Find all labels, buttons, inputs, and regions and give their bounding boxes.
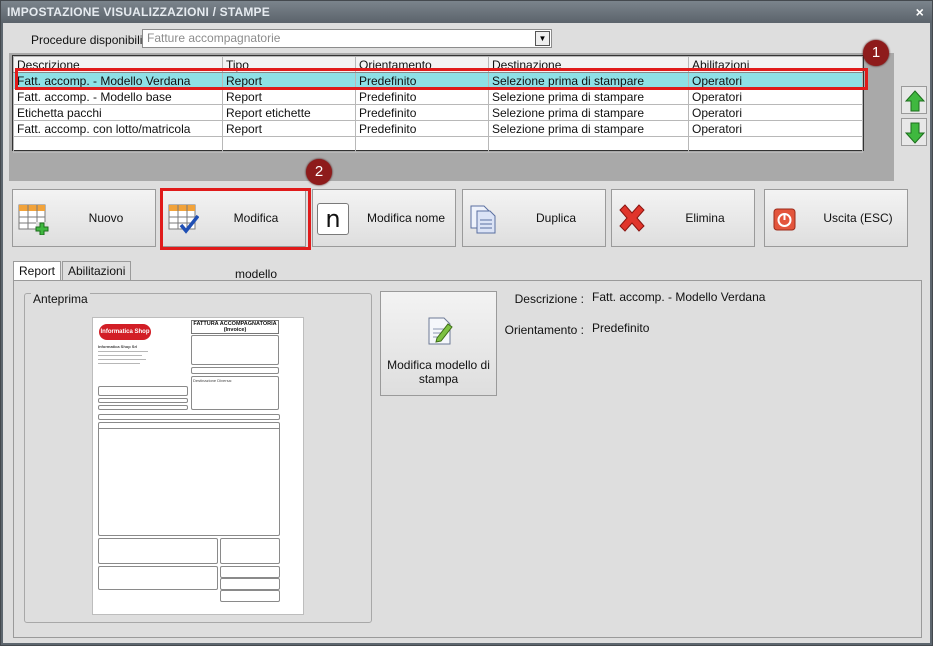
company-logo: Informatica Shop bbox=[99, 324, 151, 340]
table-cell: Operatori bbox=[688, 120, 863, 137]
preview-title: Anteprima bbox=[31, 292, 90, 306]
preview-box bbox=[98, 405, 188, 410]
callout-badge-2: 2 bbox=[306, 159, 332, 185]
procedures-select[interactable]: Fatture accompagnatorie ▼ bbox=[142, 29, 552, 48]
modifica-modello-stampa-button[interactable]: Modifica modello di stampa bbox=[380, 291, 497, 396]
preview-box bbox=[98, 386, 188, 396]
descrizione-label: Descrizione : bbox=[514, 292, 584, 306]
preview-box bbox=[98, 566, 218, 590]
uscita-button[interactable]: Uscita (ESC) bbox=[764, 189, 908, 247]
preview-line bbox=[98, 355, 142, 356]
edit-document-icon bbox=[428, 317, 453, 345]
table-cell: Operatori bbox=[688, 88, 863, 105]
preview-line bbox=[98, 359, 146, 360]
close-icon[interactable]: × bbox=[916, 1, 924, 23]
preview-line bbox=[98, 351, 148, 352]
procedures-label: Procedure disponibili : bbox=[31, 33, 150, 47]
modifica-modello-stampa-label: Modifica modello di stampa bbox=[387, 358, 490, 386]
preview-line bbox=[98, 428, 280, 429]
new-grid-icon bbox=[18, 204, 49, 235]
preview-box bbox=[98, 398, 188, 403]
elimina-label: Elimina bbox=[685, 211, 725, 225]
duplica-label: Duplica bbox=[535, 211, 577, 225]
table-cell: Operatori bbox=[688, 104, 863, 121]
preview-dest-label: Destinazione Diversa: bbox=[193, 378, 232, 383]
invoice-preview: Informatica Shop FATTURA ACCOMPAGNATORIA… bbox=[92, 317, 304, 615]
preview-box bbox=[191, 335, 279, 365]
move-down-button[interactable] bbox=[901, 118, 927, 146]
table-cell: Selezione prima di stampare bbox=[488, 120, 689, 137]
preview-box bbox=[220, 566, 280, 578]
table-cell: Predefinito bbox=[355, 120, 489, 137]
table-cell: Selezione prima di stampare bbox=[488, 104, 689, 121]
tab-report[interactable]: Report bbox=[13, 261, 62, 281]
uscita-label: Uscita (ESC) bbox=[823, 211, 893, 225]
move-down-icon bbox=[905, 122, 925, 144]
table-cell: Report etichette bbox=[222, 104, 356, 121]
move-up-icon bbox=[905, 90, 925, 112]
table-cell: Fatt. accomp. - Modello base bbox=[13, 88, 223, 105]
preview-box: Destinazione Diversa: bbox=[191, 376, 279, 410]
preview-box bbox=[98, 414, 280, 420]
table-row[interactable]: Etichetta pacchi Report etichette Predef… bbox=[13, 104, 863, 121]
settings-window: IMPOSTAZIONE VISUALIZZAZIONI / STAMPE × … bbox=[0, 0, 933, 646]
preview-box bbox=[220, 578, 280, 590]
tab-abilitazioni[interactable]: Abilitazioni bbox=[62, 261, 132, 281]
table-cell: Predefinito bbox=[355, 104, 489, 121]
preview-doc-title-line2: (Invoice) bbox=[223, 327, 247, 333]
table-cell: Selezione prima di stampare bbox=[488, 88, 689, 105]
orientamento-label: Orientamento : bbox=[504, 323, 584, 337]
preview-group: Anteprima Informatica Shop FATTURA ACCOM… bbox=[24, 293, 372, 623]
descrizione-value: Fatt. accomp. - Modello Verdana bbox=[592, 290, 766, 304]
table-cell bbox=[222, 136, 356, 153]
elimina-button[interactable]: Elimina bbox=[611, 189, 755, 247]
table-row[interactable]: Fatt. accomp. - Modello base Report Pred… bbox=[13, 88, 863, 105]
rename-icon-glyph: n bbox=[325, 205, 341, 233]
exit-icon bbox=[773, 208, 796, 231]
table-cell bbox=[13, 136, 223, 153]
preview-box bbox=[98, 538, 218, 564]
preview-company: Informatica Shop Srl bbox=[98, 344, 138, 349]
delete-icon bbox=[619, 204, 645, 232]
table-cell bbox=[488, 136, 689, 153]
table-cell: Report bbox=[222, 120, 356, 137]
table-cell: Report bbox=[222, 88, 356, 105]
title-bar: IMPOSTAZIONE VISUALIZZAZIONI / STAMPE × bbox=[1, 1, 932, 23]
rename-icon: n bbox=[317, 203, 349, 235]
procedures-select-value: Fatture accompagnatorie bbox=[147, 31, 281, 45]
highlight-selected-row bbox=[15, 68, 868, 90]
orientamento-value: Predefinito bbox=[592, 321, 650, 335]
preview-line bbox=[98, 363, 140, 364]
preview-doc-title: FATTURA ACCOMPAGNATORIA (Invoice) bbox=[191, 320, 279, 334]
dropdown-arrow-icon[interactable]: ▼ bbox=[535, 31, 550, 46]
highlight-modifica-modello bbox=[160, 188, 311, 250]
preview-items-table bbox=[98, 422, 280, 536]
table-cell bbox=[688, 136, 863, 153]
preview-box bbox=[220, 538, 280, 564]
table-row-empty bbox=[13, 136, 863, 153]
window-title: IMPOSTAZIONE VISUALIZZAZIONI / STAMPE bbox=[7, 5, 270, 19]
table-cell: Etichetta pacchi bbox=[13, 104, 223, 121]
preview-box bbox=[191, 367, 279, 374]
client-area: Procedure disponibili : Fatture accompag… bbox=[3, 23, 930, 643]
table-row[interactable]: Fatt. accomp. con lotto/matricola Report… bbox=[13, 120, 863, 137]
modifica-nome-label: Modifica nome bbox=[366, 211, 446, 225]
table-cell: Predefinito bbox=[355, 88, 489, 105]
duplica-button[interactable]: Duplica bbox=[462, 189, 606, 247]
table-cell: Fatt. accomp. con lotto/matricola bbox=[13, 120, 223, 137]
preview-box bbox=[220, 590, 280, 602]
table-cell bbox=[355, 136, 489, 153]
duplicate-icon bbox=[470, 205, 496, 234]
nuovo-button[interactable]: Nuovo bbox=[12, 189, 156, 247]
nuovo-label: Nuovo bbox=[88, 211, 124, 225]
report-tab-panel: Anteprima Informatica Shop FATTURA ACCOM… bbox=[13, 280, 922, 638]
move-up-button[interactable] bbox=[901, 86, 927, 114]
modifica-nome-button[interactable]: n Modifica nome bbox=[312, 189, 456, 247]
callout-badge-1: 1 bbox=[863, 40, 889, 66]
